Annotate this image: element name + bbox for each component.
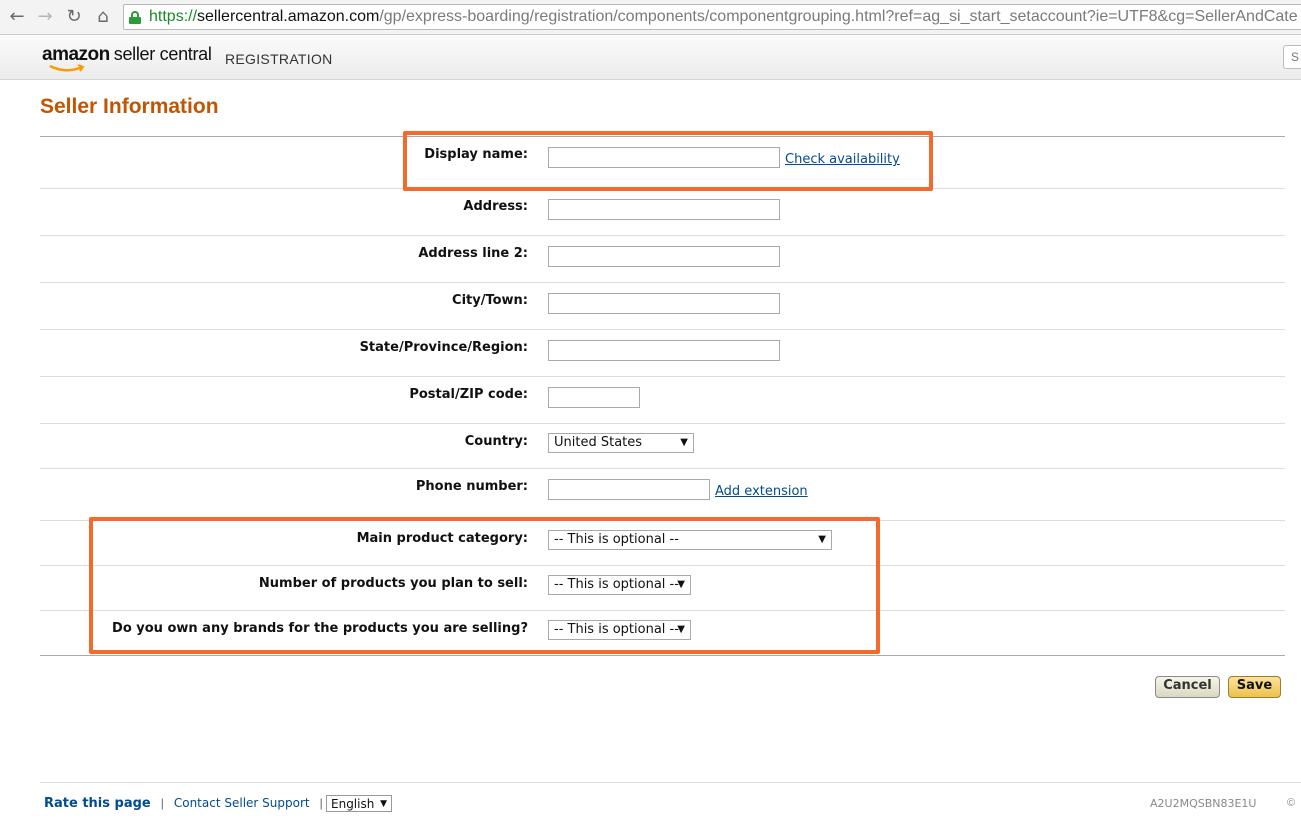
site-header: amazon seller central — [0, 36, 1301, 80]
back-arrow-icon[interactable]: ← — [5, 5, 29, 29]
product-category-selected-value: -- This is optional -- — [554, 532, 679, 547]
footer-separator: | — [319, 796, 323, 810]
footer-separator: | — [160, 796, 164, 810]
address-input[interactable] — [548, 199, 780, 220]
page-title: Seller Information — [40, 95, 219, 118]
own-brands-select[interactable]: -- This is optional -- ▼ — [548, 620, 691, 640]
postal-code-input[interactable] — [548, 387, 640, 408]
state-input[interactable] — [548, 340, 780, 361]
form-bottom-divider — [40, 655, 1285, 656]
dropdown-arrow-icon: ▼ — [818, 534, 826, 545]
url-text: https://sellercentral.amazon.com/gp/expr… — [149, 8, 1298, 25]
phone-input[interactable] — [548, 479, 710, 500]
home-icon[interactable]: ⌂ — [91, 5, 115, 29]
cancel-button[interactable]: Cancel — [1155, 676, 1220, 698]
form-row-postal-code: Postal/ZIP code: — [40, 377, 1285, 424]
state-label: State/Province/Region: — [359, 340, 528, 355]
address-bar[interactable]: https://sellercentral.amazon.com/gp/expr… — [123, 4, 1301, 30]
dropdown-arrow-icon: ▼ — [677, 579, 685, 590]
forward-arrow-icon[interactable]: → — [33, 5, 57, 29]
dropdown-arrow-icon: ▼ — [680, 437, 688, 448]
number-of-products-label: Number of products you plan to sell: — [258, 576, 528, 591]
merchant-id: A2U2MQSBN83E1U — [1150, 797, 1257, 810]
amazon-seller-central-logo[interactable]: amazon seller central — [42, 44, 212, 74]
city-label: City/Town: — [452, 293, 528, 308]
country-select[interactable]: United States ▼ — [548, 433, 694, 453]
country-selected-value: United States — [554, 435, 643, 450]
dropdown-arrow-icon: ▼ — [380, 799, 387, 809]
reload-icon[interactable]: ↻ — [62, 5, 86, 29]
address-line-2-input[interactable] — [548, 246, 780, 267]
display-name-label: Display name: — [424, 147, 528, 162]
display-name-input[interactable] — [548, 147, 780, 168]
postal-code-label: Postal/ZIP code: — [409, 387, 528, 402]
address-line-2-label: Address line 2: — [418, 246, 528, 261]
browser-toolbar: ← → ↻ ⌂ https://sellercentral.amazon.com… — [0, 0, 1301, 35]
footer: Rate this page | Contact Seller Support | — [44, 796, 333, 811]
number-of-products-selected-value: -- This is optional -- — [554, 577, 679, 592]
language-selected-value: English — [331, 797, 375, 811]
product-category-select[interactable]: -- This is optional -- ▼ — [548, 530, 832, 550]
contact-seller-support-link[interactable]: Contact Seller Support — [174, 796, 310, 810]
address-label: Address: — [463, 199, 528, 214]
own-brands-selected-value: -- This is optional -- — [554, 622, 679, 637]
own-brands-label: Do you own any brands for the products y… — [112, 621, 528, 636]
country-label: Country: — [464, 434, 528, 449]
lock-icon — [129, 11, 141, 24]
search-input[interactable]: S — [1283, 45, 1301, 69]
smile-logo-icon — [49, 64, 85, 72]
language-select[interactable]: English ▼ — [326, 795, 392, 812]
dropdown-arrow-icon: ▼ — [677, 624, 685, 635]
rate-this-page-link[interactable]: Rate this page — [44, 796, 151, 811]
check-availability-link[interactable]: Check availability — [785, 152, 900, 167]
footer-divider — [40, 782, 1301, 783]
add-extension-link[interactable]: Add extension — [715, 484, 808, 499]
registration-label: REGISTRATION — [225, 51, 333, 67]
number-of-products-select[interactable]: -- This is optional -- ▼ — [548, 575, 691, 595]
copyright-symbol: © — [1287, 797, 1296, 809]
save-button[interactable]: Save — [1228, 676, 1281, 698]
product-category-label: Main product category: — [356, 531, 528, 546]
phone-label: Phone number: — [415, 479, 528, 494]
city-input[interactable] — [548, 293, 780, 314]
